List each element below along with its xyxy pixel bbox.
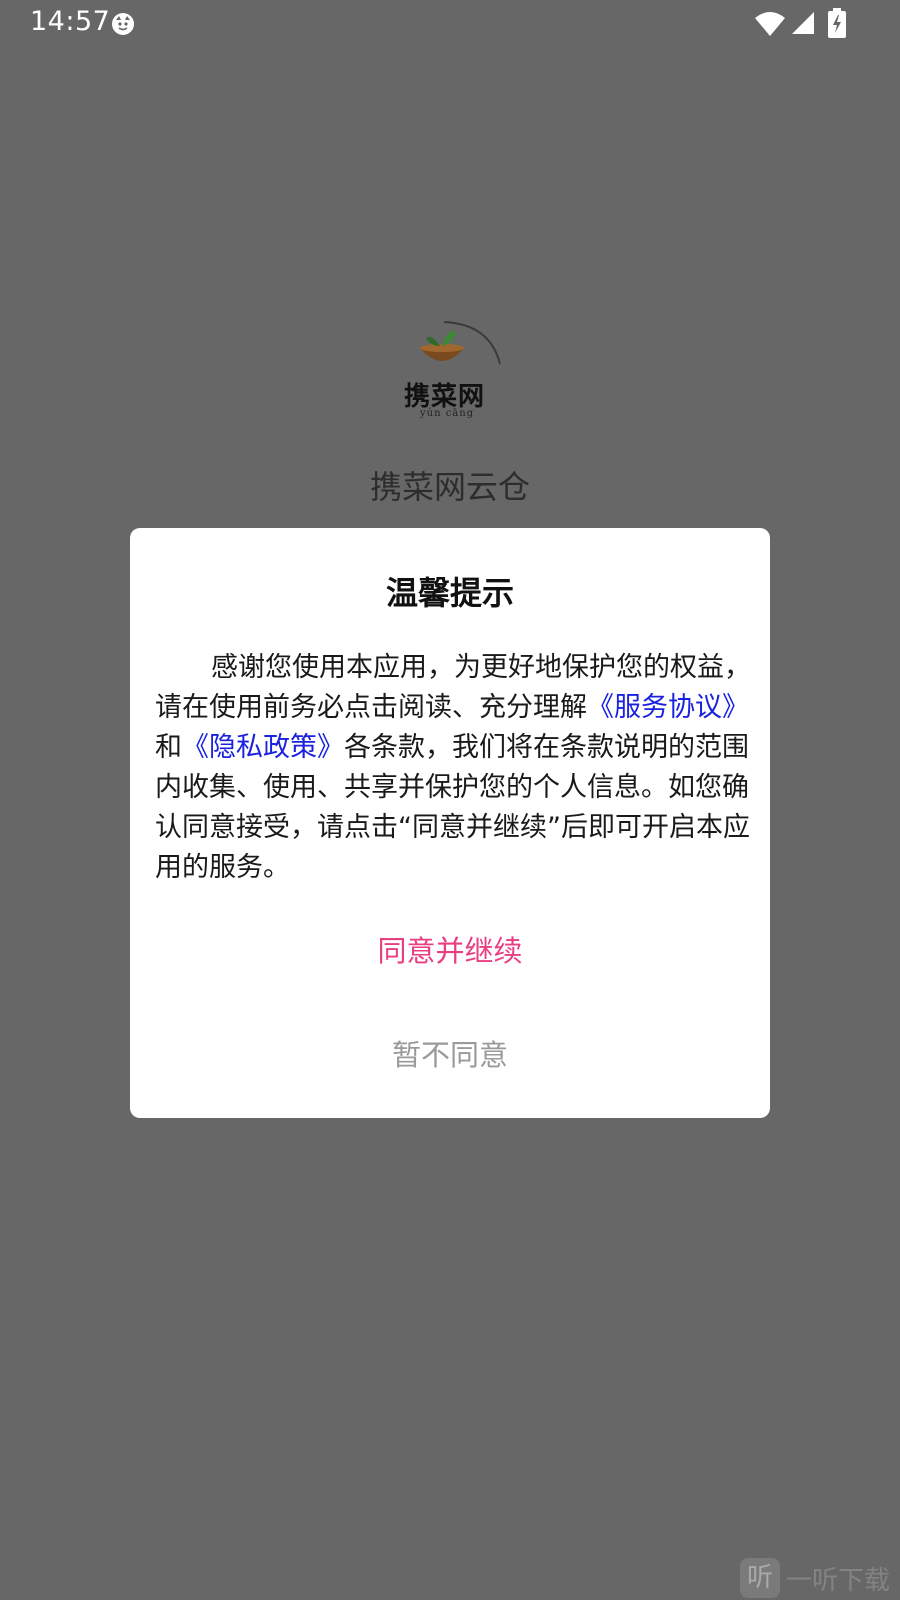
app-notification-icon: [112, 13, 134, 35]
dialog-body: 感谢您使用本应用，为更好地保护您的权益，请在使用前务必点击阅读、充分理解《服务协…: [155, 648, 755, 888]
watermark: 听 一听下载: [740, 1556, 890, 1600]
wifi-icon: [755, 12, 785, 36]
status-time: 14:57: [30, 6, 111, 37]
screen: 14:57 携菜网 yún cāng 携菜网云仓 温馨提示 感谢您使用本应用，为…: [0, 0, 900, 1600]
app-name: 携菜网云仓: [369, 468, 530, 506]
battery-charging-icon: [828, 8, 846, 38]
watermark-logo-icon: 听: [740, 1558, 780, 1598]
privacy-dialog: 温馨提示 感谢您使用本应用，为更好地保护您的权益，请在使用前务必点击阅读、充分理…: [130, 528, 770, 1118]
cell-signal-icon: [792, 12, 814, 34]
service-agreement-link[interactable]: 《服务协议》: [587, 692, 749, 723]
agree-continue-button[interactable]: 同意并继续: [130, 926, 770, 976]
dialog-title: 温馨提示: [385, 574, 514, 612]
privacy-policy-link[interactable]: 《隐私政策》: [182, 732, 344, 763]
watermark-text: 一听下载: [786, 1565, 891, 1596]
logo-subtext: yún cāng: [420, 408, 475, 419]
disagree-button[interactable]: 暂不同意: [130, 1030, 770, 1080]
dialog-body-and: 和: [155, 732, 182, 763]
status-bar: 14:57: [0, 0, 900, 48]
